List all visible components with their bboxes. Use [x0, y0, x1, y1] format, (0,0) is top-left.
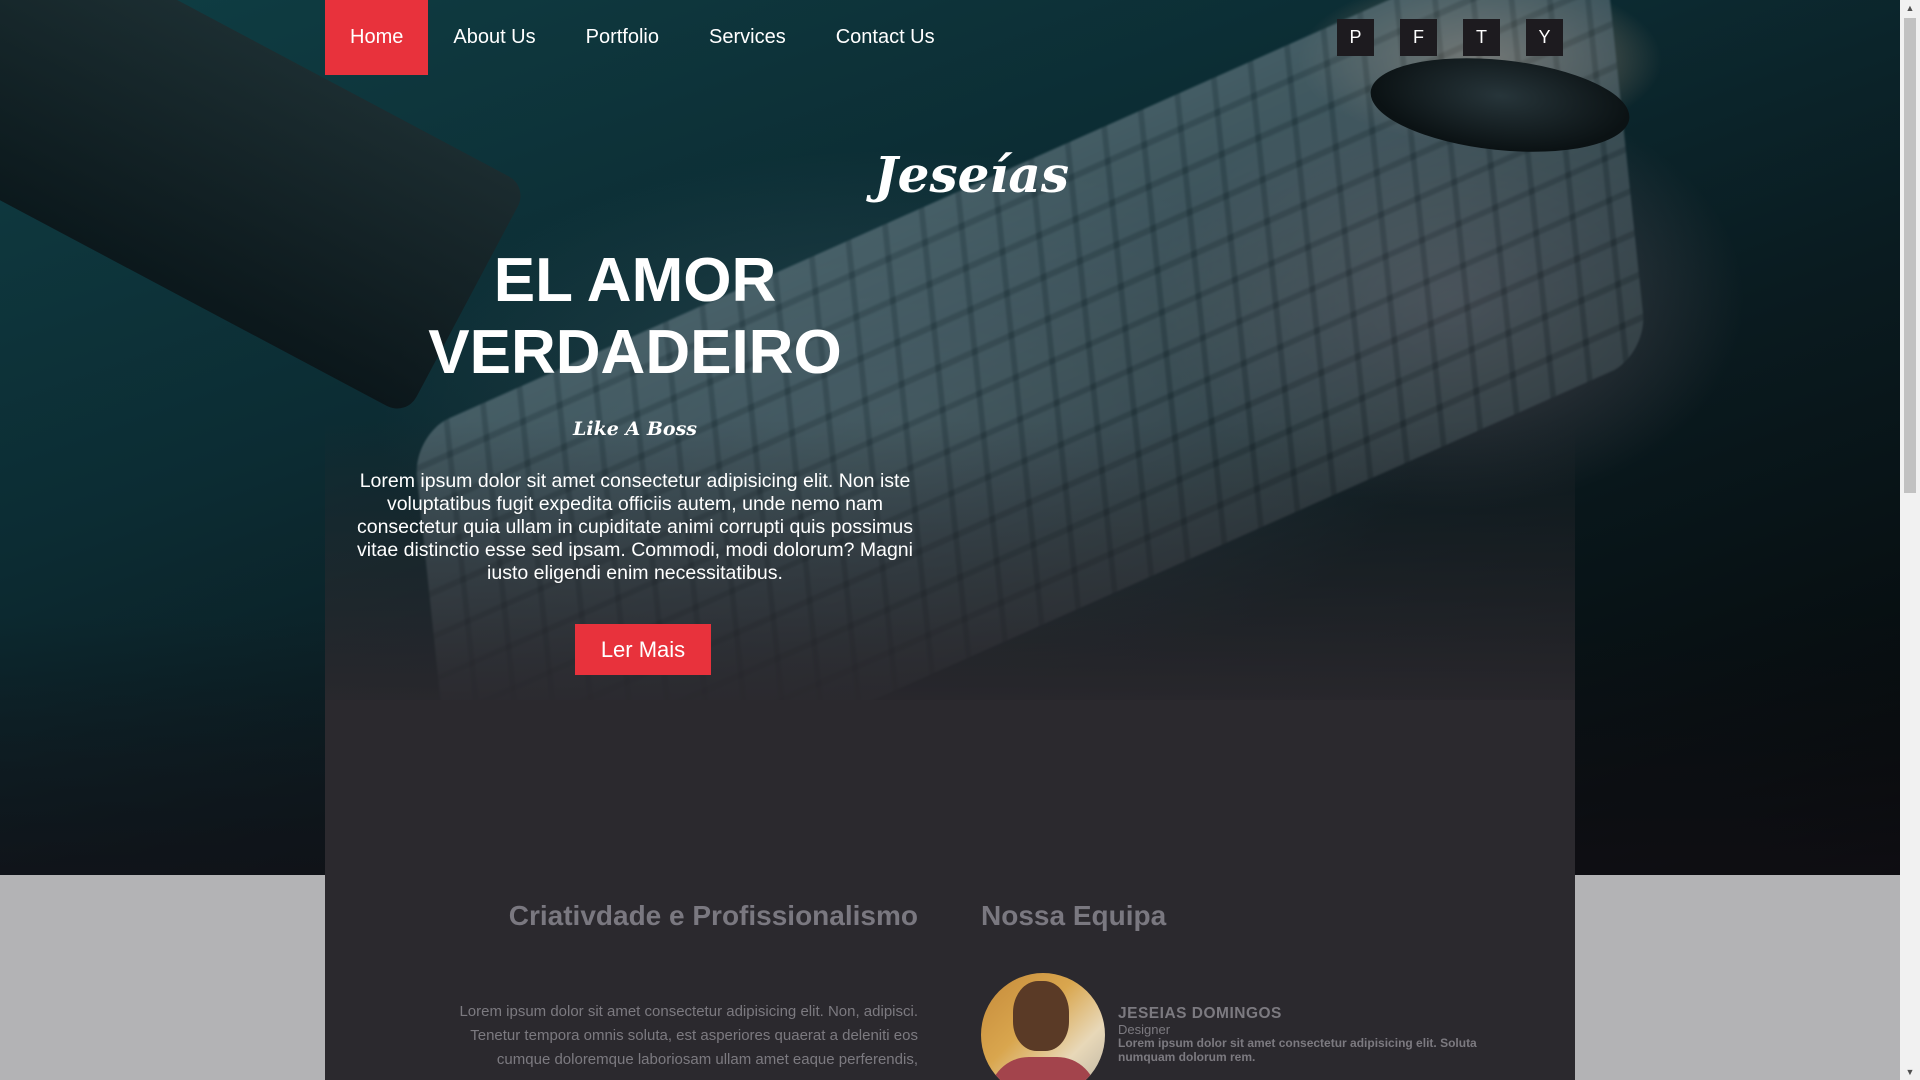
social-y-button[interactable]: Y: [1526, 19, 1563, 56]
scrollbar-thumb[interactable]: [1904, 18, 1916, 493]
nav-home[interactable]: Home: [325, 0, 429, 75]
hero-intro-text: Lorem ipsum dolor sit amet consectetur a…: [356, 470, 914, 584]
team-member-name: JESEIAS DOMINGOS: [1118, 1005, 1282, 1022]
team-member-bio: Lorem ipsum dolor sit amet consectetur a…: [1118, 1036, 1477, 1064]
page-scrollbar[interactable]: ▲ ▼: [1900, 0, 1920, 1080]
triangle-up-icon[interactable]: ▲: [1900, 0, 1920, 16]
social-links: P F T Y: [1337, 19, 1563, 56]
social-p-button[interactable]: P: [1337, 19, 1374, 56]
nav-about-us[interactable]: About Us: [428, 0, 560, 75]
triangle-down-icon[interactable]: ▼: [1900, 1064, 1920, 1080]
nav-services[interactable]: Services: [684, 0, 811, 75]
team-member-role: Designer: [1118, 1022, 1171, 1037]
avatar-face: [1013, 981, 1069, 1051]
hero-headline: EL AMOR VERDADEIRO: [345, 245, 925, 389]
about-section-title: Criativdade e Profissionalismo: [508, 900, 918, 931]
nav-portfolio[interactable]: Portfolio: [561, 0, 684, 75]
nav-contact-us[interactable]: Contact Us: [811, 0, 960, 75]
team-section-title: Nossa Equipa: [981, 900, 1167, 931]
headline-line-2: VERDADEIRO: [428, 318, 842, 387]
site-logo[interactable]: Jeseías: [874, 145, 1069, 204]
social-t-button[interactable]: T: [1463, 19, 1500, 56]
about-text: Lorem ipsum dolor sit amet consectetur a…: [459, 1003, 918, 1068]
hero-tagline: Like A Boss: [573, 418, 697, 440]
social-f-button[interactable]: F: [1400, 19, 1437, 56]
read-more-button[interactable]: Ler Mais: [575, 624, 711, 675]
avatar-shirt: [989, 1057, 1097, 1080]
main-nav: Home About Us Portfolio Services Contact…: [325, 0, 960, 75]
headline-line-1: EL AMOR: [493, 246, 777, 315]
